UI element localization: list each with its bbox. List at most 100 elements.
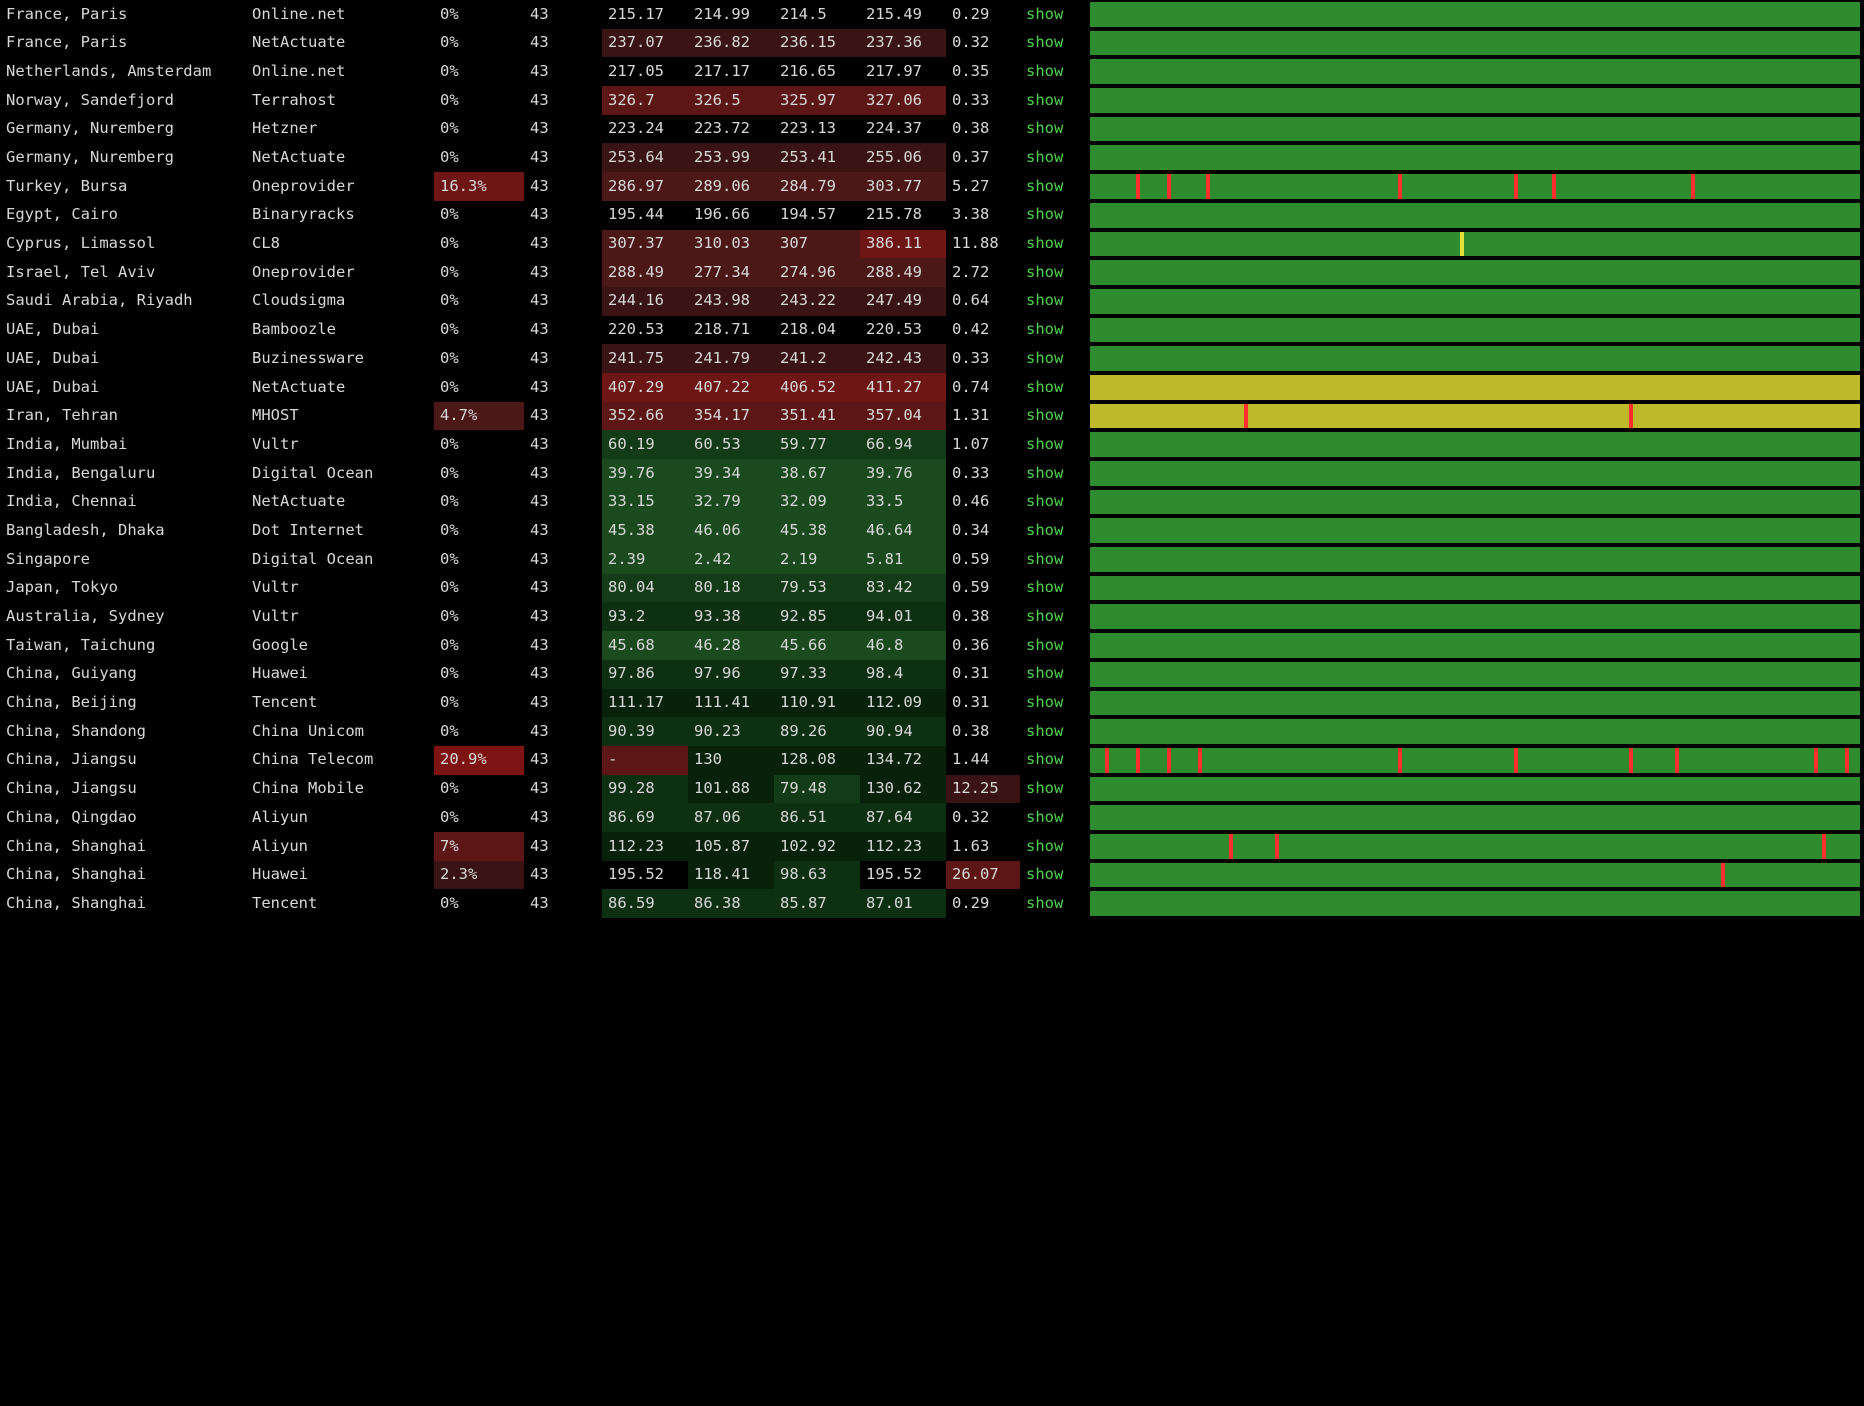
- best-cell: 79.48: [774, 775, 860, 804]
- show-link[interactable]: show: [1020, 717, 1082, 746]
- sent-cell: 43: [524, 316, 602, 345]
- loss-cell: 0%: [434, 115, 524, 144]
- sparkline-cell: [1082, 516, 1864, 545]
- location-cell: China, Qingdao: [0, 803, 246, 832]
- avg-cell: 80.18: [688, 574, 774, 603]
- show-link[interactable]: show: [1020, 459, 1082, 488]
- show-link[interactable]: show: [1020, 230, 1082, 259]
- show-link[interactable]: show: [1020, 172, 1082, 201]
- location-cell: China, Jiangsu: [0, 746, 246, 775]
- show-link[interactable]: show: [1020, 86, 1082, 115]
- show-link[interactable]: show: [1020, 602, 1082, 631]
- wrst-cell: 83.42: [860, 574, 946, 603]
- show-link[interactable]: show: [1020, 689, 1082, 718]
- stdev-cell: 12.25: [946, 775, 1020, 804]
- show-link[interactable]: show: [1020, 660, 1082, 689]
- stdev-cell: 0.33: [946, 344, 1020, 373]
- wrst-cell: 98.4: [860, 660, 946, 689]
- last-cell: 60.19: [602, 430, 688, 459]
- show-link[interactable]: show: [1020, 201, 1082, 230]
- sent-cell: 43: [524, 889, 602, 918]
- provider-cell: Digital Ocean: [246, 545, 434, 574]
- avg-cell: 289.06: [688, 172, 774, 201]
- show-link[interactable]: show: [1020, 775, 1082, 804]
- show-link[interactable]: show: [1020, 832, 1082, 861]
- sparkline: [1090, 318, 1860, 343]
- stdev-cell: 1.63: [946, 832, 1020, 861]
- sparkline-cell: [1082, 746, 1864, 775]
- loss-cell: 0%: [434, 717, 524, 746]
- loss-cell: 0%: [434, 430, 524, 459]
- loss-cell: 0%: [434, 775, 524, 804]
- sparkline: [1090, 203, 1860, 228]
- show-link[interactable]: show: [1020, 258, 1082, 287]
- wrst-cell: 195.52: [860, 861, 946, 890]
- loss-cell: 0%: [434, 230, 524, 259]
- sent-cell: 43: [524, 717, 602, 746]
- provider-cell: Oneprovider: [246, 172, 434, 201]
- location-cell: Singapore: [0, 545, 246, 574]
- sparkline-cell: [1082, 402, 1864, 431]
- last-cell: 33.15: [602, 488, 688, 517]
- show-link[interactable]: show: [1020, 373, 1082, 402]
- sparkline-cell: [1082, 660, 1864, 689]
- location-cell: China, Shandong: [0, 717, 246, 746]
- last-cell: 352.66: [602, 402, 688, 431]
- wrst-cell: 215.49: [860, 0, 946, 29]
- location-cell: Israel, Tel Aviv: [0, 258, 246, 287]
- show-link[interactable]: show: [1020, 803, 1082, 832]
- best-cell: 351.41: [774, 402, 860, 431]
- avg-cell: 2.42: [688, 545, 774, 574]
- location-cell: Taiwan, Taichung: [0, 631, 246, 660]
- best-cell: 38.67: [774, 459, 860, 488]
- last-cell: 99.28: [602, 775, 688, 804]
- sent-cell: 43: [524, 86, 602, 115]
- last-cell: -: [602, 746, 688, 775]
- show-link[interactable]: show: [1020, 316, 1082, 345]
- show-link[interactable]: show: [1020, 861, 1082, 890]
- table-row: France, ParisNetActuate0%43237.07236.822…: [0, 29, 1864, 58]
- show-link[interactable]: show: [1020, 545, 1082, 574]
- show-link[interactable]: show: [1020, 115, 1082, 144]
- show-link[interactable]: show: [1020, 746, 1082, 775]
- provider-cell: Online.net: [246, 57, 434, 86]
- sent-cell: 43: [524, 29, 602, 58]
- avg-cell: 130: [688, 746, 774, 775]
- show-link[interactable]: show: [1020, 574, 1082, 603]
- show-link[interactable]: show: [1020, 402, 1082, 431]
- provider-cell: Tencent: [246, 889, 434, 918]
- show-link[interactable]: show: [1020, 143, 1082, 172]
- show-link[interactable]: show: [1020, 516, 1082, 545]
- loss-cell: 0%: [434, 574, 524, 603]
- show-link[interactable]: show: [1020, 631, 1082, 660]
- table-row: Cyprus, LimassolCL80%43307.37310.0330738…: [0, 230, 1864, 259]
- table-row: Netherlands, AmsterdamOnline.net0%43217.…: [0, 57, 1864, 86]
- table-row: Norway, SandefjordTerrahost0%43326.7326.…: [0, 86, 1864, 115]
- location-cell: France, Paris: [0, 29, 246, 58]
- sparkline: [1090, 490, 1860, 515]
- best-cell: 307: [774, 230, 860, 259]
- show-link[interactable]: show: [1020, 0, 1082, 29]
- wrst-cell: 112.09: [860, 689, 946, 718]
- stdev-cell: 26.07: [946, 861, 1020, 890]
- wrst-cell: 327.06: [860, 86, 946, 115]
- wrst-cell: 357.04: [860, 402, 946, 431]
- show-link[interactable]: show: [1020, 430, 1082, 459]
- sparkline-cell: [1082, 631, 1864, 660]
- table-row: China, GuiyangHuawei0%4397.8697.9697.339…: [0, 660, 1864, 689]
- show-link[interactable]: show: [1020, 488, 1082, 517]
- show-link[interactable]: show: [1020, 344, 1082, 373]
- sparkline: [1090, 662, 1860, 687]
- sparkline-cell: [1082, 287, 1864, 316]
- wrst-cell: 255.06: [860, 143, 946, 172]
- last-cell: 237.07: [602, 29, 688, 58]
- table-row: China, ShanghaiTencent0%4386.5986.3885.8…: [0, 889, 1864, 918]
- best-cell: 274.96: [774, 258, 860, 287]
- show-link[interactable]: show: [1020, 287, 1082, 316]
- table-row: UAE, DubaiBuzinessware0%43241.75241.7924…: [0, 344, 1864, 373]
- provider-cell: Vultr: [246, 430, 434, 459]
- show-link[interactable]: show: [1020, 29, 1082, 58]
- show-link[interactable]: show: [1020, 57, 1082, 86]
- show-link[interactable]: show: [1020, 889, 1082, 918]
- table-row: India, ChennaiNetActuate0%4333.1532.7932…: [0, 488, 1864, 517]
